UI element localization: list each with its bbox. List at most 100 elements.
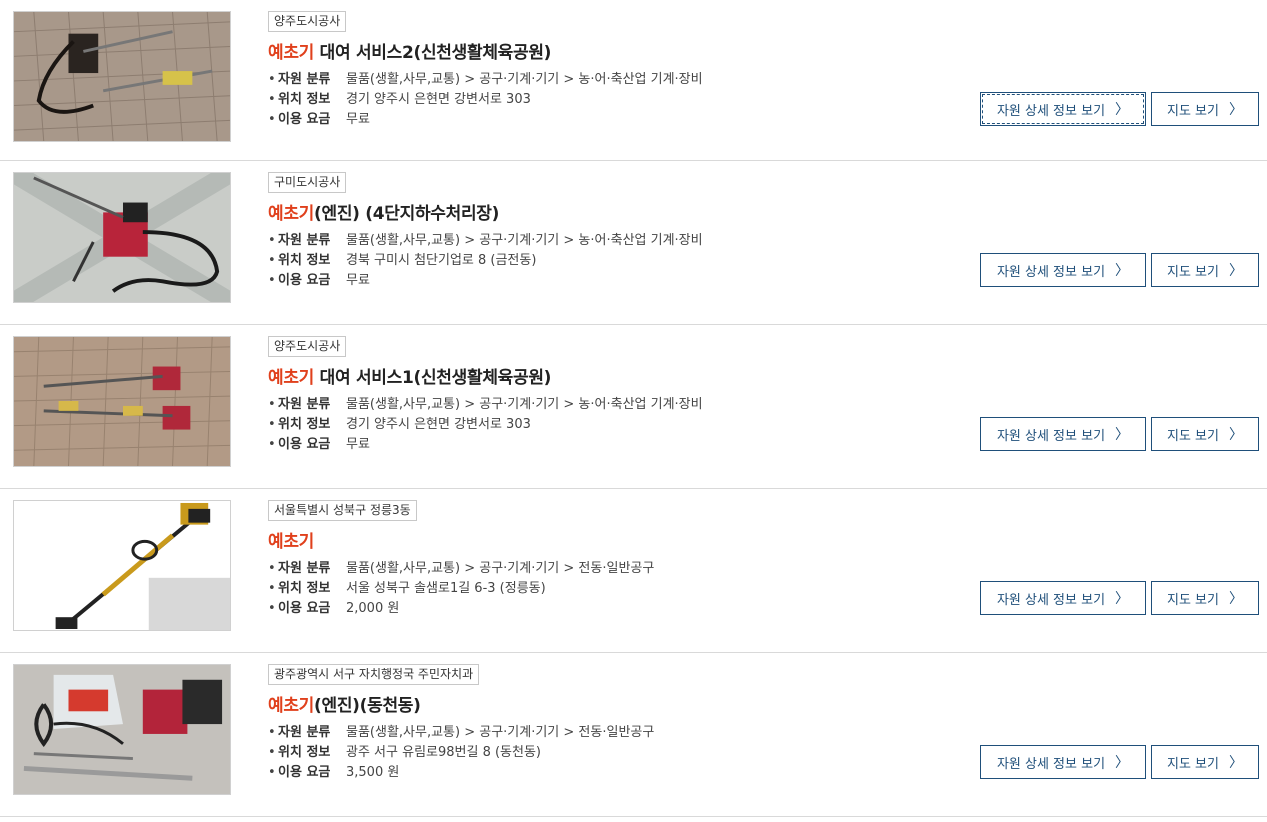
agency-badge: 구미도시공사 (268, 172, 347, 193)
category-label: 자원 분류 (278, 561, 331, 576)
detail-button[interactable]: 자원 상세 정보 보기 〉 (980, 581, 1146, 615)
bullet-icon: • (268, 112, 276, 127)
location-value: 광주 서구 유림로98번길 8 (동천동) (346, 745, 542, 760)
category-label: 자원 분류 (278, 397, 331, 412)
category-value: 물품(생활,사무,교통) > 공구·기계·기기 > 전동·일반공구 (346, 561, 655, 576)
item-title[interactable]: 예초기 대여 서비스1(신천생활체육공원) (268, 363, 551, 388)
fee-value: 무료 (346, 437, 370, 452)
location-label: 위치 정보 (278, 92, 331, 107)
category-value: 물품(생활,사무,교통) > 공구·기계·기기 > 농·어·축산업 기계·장비 (346, 72, 703, 87)
detail-button-label: 자원 상세 정보 보기 (996, 264, 1106, 280)
chevron-right-icon: 〉 (1115, 263, 1130, 279)
bullet-icon: • (268, 725, 276, 740)
title-text: (엔진)(동천동) (314, 696, 421, 716)
item-title[interactable]: 예초기(엔진)(동천동) (268, 691, 421, 716)
map-button-label: 지도 보기 (1167, 428, 1219, 444)
detail-button-label: 자원 상세 정보 보기 (996, 592, 1106, 608)
chevron-right-icon: 〉 (1228, 263, 1243, 279)
chevron-right-icon: 〉 (1115, 427, 1130, 443)
detail-button[interactable]: 자원 상세 정보 보기 〉 (980, 92, 1146, 126)
item-thumbnail[interactable] (13, 500, 231, 631)
agency-badge: 서울특별시 성북구 정릉3동 (268, 500, 417, 521)
map-button-label: 지도 보기 (1167, 592, 1219, 608)
agency-badge: 양주도시공사 (268, 336, 347, 357)
item-title[interactable]: 예초기(엔진) (4단지하수처리장) (268, 199, 499, 224)
location-label: 위치 정보 (278, 581, 331, 596)
detail-button-label: 자원 상세 정보 보기 (996, 103, 1106, 119)
category-label: 자원 분류 (278, 233, 331, 248)
fee-value: 무료 (346, 112, 370, 127)
bullet-icon: • (268, 601, 276, 616)
chevron-right-icon: 〉 (1228, 102, 1243, 118)
item-info: • 자원 분류 물품(생활,사무,교통) > 공구·기계·기기 > 농·어·축산업 … (268, 231, 703, 291)
map-button-label: 지도 보기 (1167, 756, 1219, 772)
location-value: 서울 성북구 솔샘로1길 6-3 (정릉동) (346, 581, 546, 596)
bullet-icon: • (268, 437, 276, 452)
map-button[interactable]: 지도 보기 〉 (1151, 745, 1259, 779)
title-highlight: 예초기 (268, 368, 315, 388)
item-title[interactable]: 예초기 (268, 527, 314, 552)
list-item: 양주도시공사 예초기 대여 서비스1(신천생활체육공원) • 자원 분류 물품(생활… (0, 325, 1267, 489)
fee-value: 2,000 원 (346, 601, 400, 616)
map-button[interactable]: 지도 보기 〉 (1151, 92, 1259, 126)
bullet-icon: • (268, 417, 276, 432)
category-value: 물품(생활,사무,교통) > 공구·기계·기기 > 농·어·축산업 기계·장비 (346, 397, 703, 412)
location-value: 경기 양주시 은현면 강변서로 303 (346, 92, 531, 107)
fee-label: 이용 요금 (278, 273, 331, 288)
detail-button[interactable]: 자원 상세 정보 보기 〉 (980, 417, 1146, 451)
category-value: 물품(생활,사무,교통) > 공구·기계·기기 > 농·어·축산업 기계·장비 (346, 233, 703, 248)
fee-label: 이용 요금 (278, 765, 331, 780)
location-label: 위치 정보 (278, 417, 331, 432)
list-item: 서울특별시 성북구 정릉3동 예초기 • 자원 분류 물품(생활,사무,교통) > … (0, 489, 1267, 653)
item-info: • 자원 분류 물품(생활,사무,교통) > 공구·기계·기기 > 농·어·축산업 … (268, 395, 703, 455)
item-thumbnail[interactable] (13, 664, 231, 795)
bullet-icon: • (268, 765, 276, 780)
fee-value: 무료 (346, 273, 370, 288)
category-label: 자원 분류 (278, 725, 331, 740)
title-text: 대여 서비스1(신천생활체육공원) (314, 368, 552, 388)
bullet-icon: • (268, 561, 276, 576)
location-value: 경북 구미시 첨단기업로 8 (금전동) (346, 253, 537, 268)
fee-label: 이용 요금 (278, 601, 331, 616)
location-label: 위치 정보 (278, 745, 331, 760)
fee-value: 3,500 원 (346, 765, 400, 780)
list-item: 구미도시공사 예초기(엔진) (4단지하수처리장) • 자원 분류 물품(생활,사무… (0, 161, 1267, 325)
chevron-right-icon: 〉 (1115, 102, 1130, 118)
map-button-label: 지도 보기 (1167, 103, 1219, 119)
resource-list: 양주도시공사 예초기 대여 서비스2(신천생활체육공원) • 자원 분류 물품(생활… (0, 0, 1267, 817)
detail-button[interactable]: 자원 상세 정보 보기 〉 (980, 253, 1146, 287)
title-highlight: 예초기 (268, 204, 315, 224)
title-text: (엔진) (4단지하수처리장) (314, 204, 500, 224)
bullet-icon: • (268, 72, 276, 87)
category-label: 자원 분류 (278, 72, 331, 87)
item-info: • 자원 분류 물품(생활,사무,교통) > 공구·기계·기기 > 농·어·축산업 … (268, 70, 703, 130)
map-button[interactable]: 지도 보기 〉 (1151, 581, 1259, 615)
detail-button[interactable]: 자원 상세 정보 보기 〉 (980, 745, 1146, 779)
bullet-icon: • (268, 397, 276, 412)
chevron-right-icon: 〉 (1228, 591, 1243, 607)
item-thumbnail[interactable] (13, 11, 231, 142)
title-highlight: 예초기 (268, 43, 315, 63)
bullet-icon: • (268, 253, 276, 268)
detail-button-label: 자원 상세 정보 보기 (996, 756, 1106, 772)
title-highlight: 예초기 (268, 696, 315, 716)
bullet-icon: • (268, 273, 276, 288)
item-thumbnail[interactable] (13, 336, 231, 467)
list-item: 광주광역시 서구 자치행정국 주민자치과 예초기(엔진)(동천동) • 자원 분류… (0, 653, 1267, 817)
map-button[interactable]: 지도 보기 〉 (1151, 417, 1259, 451)
chevron-right-icon: 〉 (1228, 755, 1243, 771)
item-title[interactable]: 예초기 대여 서비스2(신천생활체육공원) (268, 38, 551, 63)
fee-label: 이용 요금 (278, 437, 331, 452)
item-thumbnail[interactable] (13, 172, 231, 303)
item-info: • 자원 분류 물품(생활,사무,교통) > 공구·기계·기기 > 전동·일반공구 … (268, 723, 654, 783)
map-button[interactable]: 지도 보기 〉 (1151, 253, 1259, 287)
bullet-icon: • (268, 233, 276, 248)
category-value: 물품(생활,사무,교통) > 공구·기계·기기 > 전동·일반공구 (346, 725, 655, 740)
title-highlight: 예초기 (268, 532, 315, 552)
list-item: 양주도시공사 예초기 대여 서비스2(신천생활체육공원) • 자원 분류 물품(생활… (0, 0, 1267, 161)
agency-badge: 광주광역시 서구 자치행정국 주민자치과 (268, 664, 480, 685)
location-value: 경기 양주시 은현면 강변서로 303 (346, 417, 531, 432)
chevron-right-icon: 〉 (1228, 427, 1243, 443)
chevron-right-icon: 〉 (1115, 755, 1130, 771)
title-text: 대여 서비스2(신천생활체육공원) (314, 43, 552, 63)
